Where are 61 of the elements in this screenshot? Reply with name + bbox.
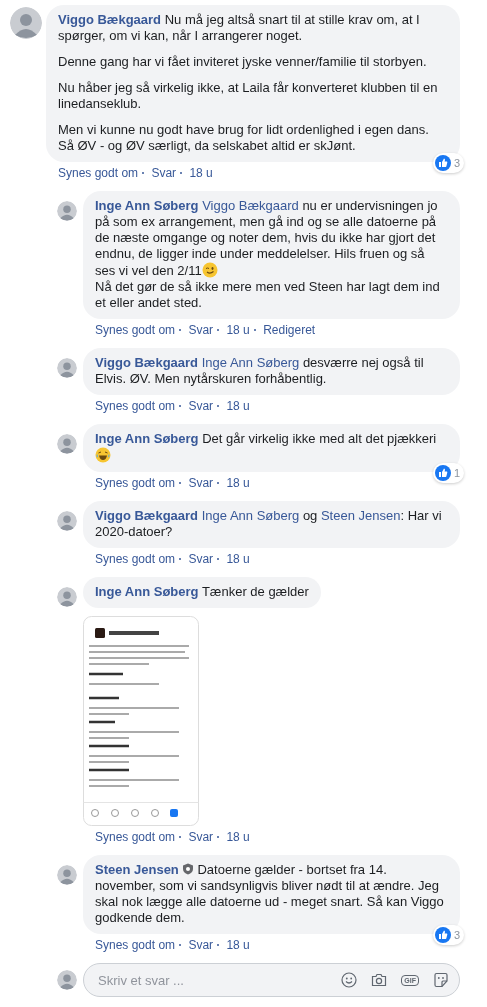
like-link[interactable]: Synes godt om [95,399,176,413]
reaction-count: 1 [453,466,460,481]
author-link[interactable]: Viggo Bækgaard [58,12,162,27]
reply-link[interactable]: Svar [151,166,177,180]
avatar[interactable] [57,358,77,378]
avatar[interactable] [57,201,77,221]
emoji-icon[interactable] [341,972,358,988]
author-link[interactable]: Steen Jensen [95,862,179,877]
comment-text: Inge Ann Søberg Viggo Bækgaard nu er undervisningen jo på som ex arrangement, men gå ind og se alle datoerne på de næste omgange og noter dem, hvis du ikke har gjort det endnu, de ligger inde under meddelelser. Hils fruen og så ses vi vel den 2/11 Nå det gør de så ikke mere men ved Steen har lagt dem ind et eller andet sted. [95,198,441,311]
camera-icon[interactable] [371,972,388,988]
reply-link[interactable]: Svar [188,323,214,337]
reply-link[interactable]: Svar [188,399,214,413]
comment-text: Inge Ann Søberg Det går virkelig ikke med alt det pjækkeri [95,431,448,464]
timestamp[interactable]: 18 u [226,476,250,490]
like-link[interactable]: Synes godt om [95,938,176,952]
comment-text: Viggo Bækgaard Inge Ann Søberg desværre nej også til Elvis. ØV. Men nytårskuren forhåbentlig. [95,355,425,387]
comment-text: Steen Jensen Datoerne gælder - bortset fra 14. november, som vi sandsynligvis bliver nødt til at ændre. Jeg skal nok lægge alle datoerne ud - meget snart. Så kan Viggo godkende dem. [95,862,445,926]
author-link[interactable]: Inge Ann Søberg [95,584,199,599]
like-icon [434,465,451,481]
reply-link[interactable]: Svar [188,476,214,490]
author-link[interactable]: Inge Ann Søberg [95,198,199,213]
mention-link[interactable]: Inge Ann Søberg [201,355,300,370]
comment-text: Nu håber jeg så virkelig ikke, at Laila får konverteret klubben til en linedanseklub. [58,80,439,112]
timestamp[interactable]: 18 u [226,830,250,844]
like-icon [434,927,451,943]
author-link[interactable]: Viggo Bækgaard [95,508,199,523]
author-link[interactable]: Viggo Bækgaard [95,355,199,370]
like-link[interactable]: Synes godt om [95,552,176,566]
reply-link[interactable]: Svar [188,830,214,844]
timestamp[interactable]: 18 u [189,166,213,180]
like-link[interactable]: Synes godt om [95,830,176,844]
like-link[interactable]: Synes godt om [58,166,139,180]
timestamp[interactable]: 18 u [226,323,250,337]
avatar[interactable] [57,587,77,607]
avatar[interactable] [57,434,77,454]
author-link[interactable]: Inge Ann Søberg [95,431,199,446]
timestamp[interactable]: 18 u [226,399,250,413]
timestamp[interactable]: 18 u [226,938,250,952]
avatar[interactable] [10,7,42,39]
timestamp[interactable]: 18 u [226,552,250,566]
avatar[interactable] [57,970,77,990]
laughing-face-icon [95,447,111,463]
avatar[interactable] [57,511,77,531]
comment-text: Viggo Bækgaard Inge Ann Søberg og Steen Jensen: Har vi 2020-datoer? [95,508,443,540]
comment-text: Viggo Bækgaard Nu må jeg altså snart til at stille krav om, at I spørger, om vi kan, når I arrangerer noget. [58,12,421,44]
reply-link[interactable]: Svar [188,938,214,952]
comment-text: Men vi kunne nu godt have brug for lidt ordenlighed i egen dans. Så ØV - og ØV særligt, da selskabet altid er skJønt. [58,122,430,154]
comment-text: Inge Ann Søberg Tænker de gælder [95,584,309,600]
reaction-count: 3 [453,156,460,171]
like-link[interactable]: Synes godt om [95,323,176,337]
reply-link[interactable]: Svar [188,552,214,566]
like-icon [434,155,451,171]
mention-link[interactable]: Viggo Bækgaard [202,198,299,213]
like-link[interactable]: Synes godt om [95,476,176,490]
sticker-icon[interactable] [433,972,449,988]
avatar[interactable] [57,865,77,885]
winking-face-icon [201,262,218,278]
mention-link[interactable]: Inge Ann Søberg [201,508,300,523]
reaction-count: 3 [453,928,460,943]
comment-text: Denne gang har vi fået inviteret jyske venner/familie til storbyen. [58,54,428,70]
edited-label: Redigeret [263,323,316,337]
